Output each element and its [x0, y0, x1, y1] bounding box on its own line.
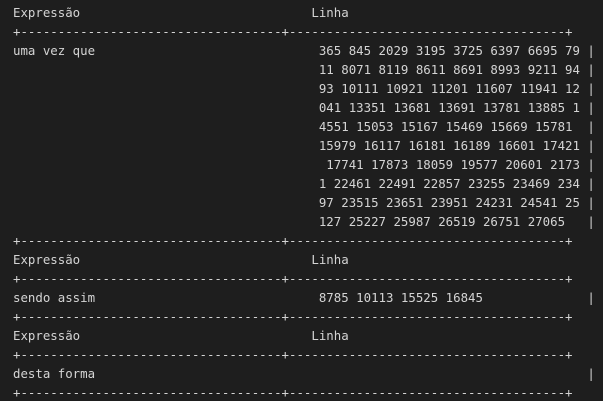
table-row-continuation: 127 25227 25987 26519 26751 27065 | [13, 214, 595, 229]
table-separator: +-----------------------------------+---… [13, 24, 573, 39]
table-header-row: Expressão Linha | [13, 5, 603, 20]
table-separator: +-----------------------------------+---… [13, 347, 573, 362]
table-row-continuation: 11 8071 8119 8611 8691 8993 9211 94 | [13, 62, 595, 77]
table-row-continuation: 15979 16117 16181 16189 16601 17421 | [13, 138, 595, 153]
table-header-row: Expressão Linha | [13, 328, 603, 343]
table-separator: +-----------------------------------+---… [13, 233, 573, 248]
table-row-continuation: 93 10111 10921 11201 11607 11941 12 | [13, 81, 595, 96]
table-row-continuation: 4551 15053 15167 15469 15669 15781 | [13, 119, 595, 134]
terminal-output: Expressão Linha | +---------------------… [13, 3, 603, 401]
table-separator: +-----------------------------------+---… [13, 385, 573, 400]
table-row-desta-forma: desta forma | [13, 366, 595, 381]
table-separator: +-----------------------------------+---… [13, 271, 573, 286]
table-row-continuation: 041 13351 13681 13691 13781 13885 1 | [13, 100, 595, 115]
table-row-continuation: 97 23515 23651 23951 24231 24541 25 | [13, 195, 595, 210]
table-row-continuation: 17741 17873 18059 19577 20601 2173 | [13, 157, 595, 172]
table-separator: +-----------------------------------+---… [13, 309, 573, 324]
table-header-row: Expressão Linha | [13, 252, 603, 267]
table-row-sendo-assim: sendo assim 8785 10113 15525 16845 | [13, 290, 595, 305]
table-row-continuation: 1 22461 22491 22857 23255 23469 234 | [13, 176, 595, 191]
table-row-uma-vez-que: uma vez que 365 845 2029 3195 3725 6397 … [13, 43, 595, 58]
